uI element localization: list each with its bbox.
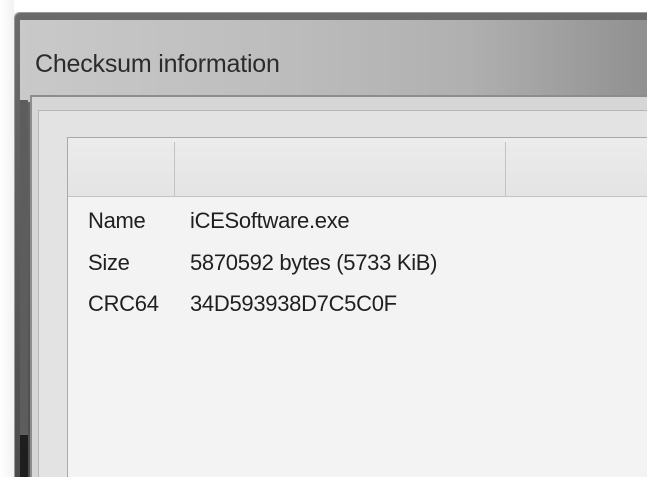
row-value: 5870592 bytes (5733 KiB) [190, 250, 438, 275]
row-label: Name [88, 208, 146, 233]
row-label: Size [88, 250, 130, 275]
row-value: 34D593938D7C5C0F [190, 291, 397, 316]
screenshot-photo: Checksum information Name iCESoftware.ex… [0, 0, 647, 477]
column-header-1[interactable] [68, 138, 174, 196]
photo-left-margin [0, 0, 14, 477]
row-label: CRC64 [88, 291, 159, 316]
list-header [68, 138, 647, 197]
photo-top-margin [0, 0, 647, 12]
window-left-border-shadow [20, 435, 28, 477]
window-left-border [20, 100, 28, 477]
column-header-2[interactable] [175, 138, 505, 196]
row-value: iCESoftware.exe [190, 208, 350, 233]
window-title: Checksum information [35, 50, 280, 78]
column-header-3[interactable] [506, 138, 647, 196]
checksum-list[interactable]: Name iCESoftware.exe Size 5870592 bytes … [67, 137, 647, 477]
